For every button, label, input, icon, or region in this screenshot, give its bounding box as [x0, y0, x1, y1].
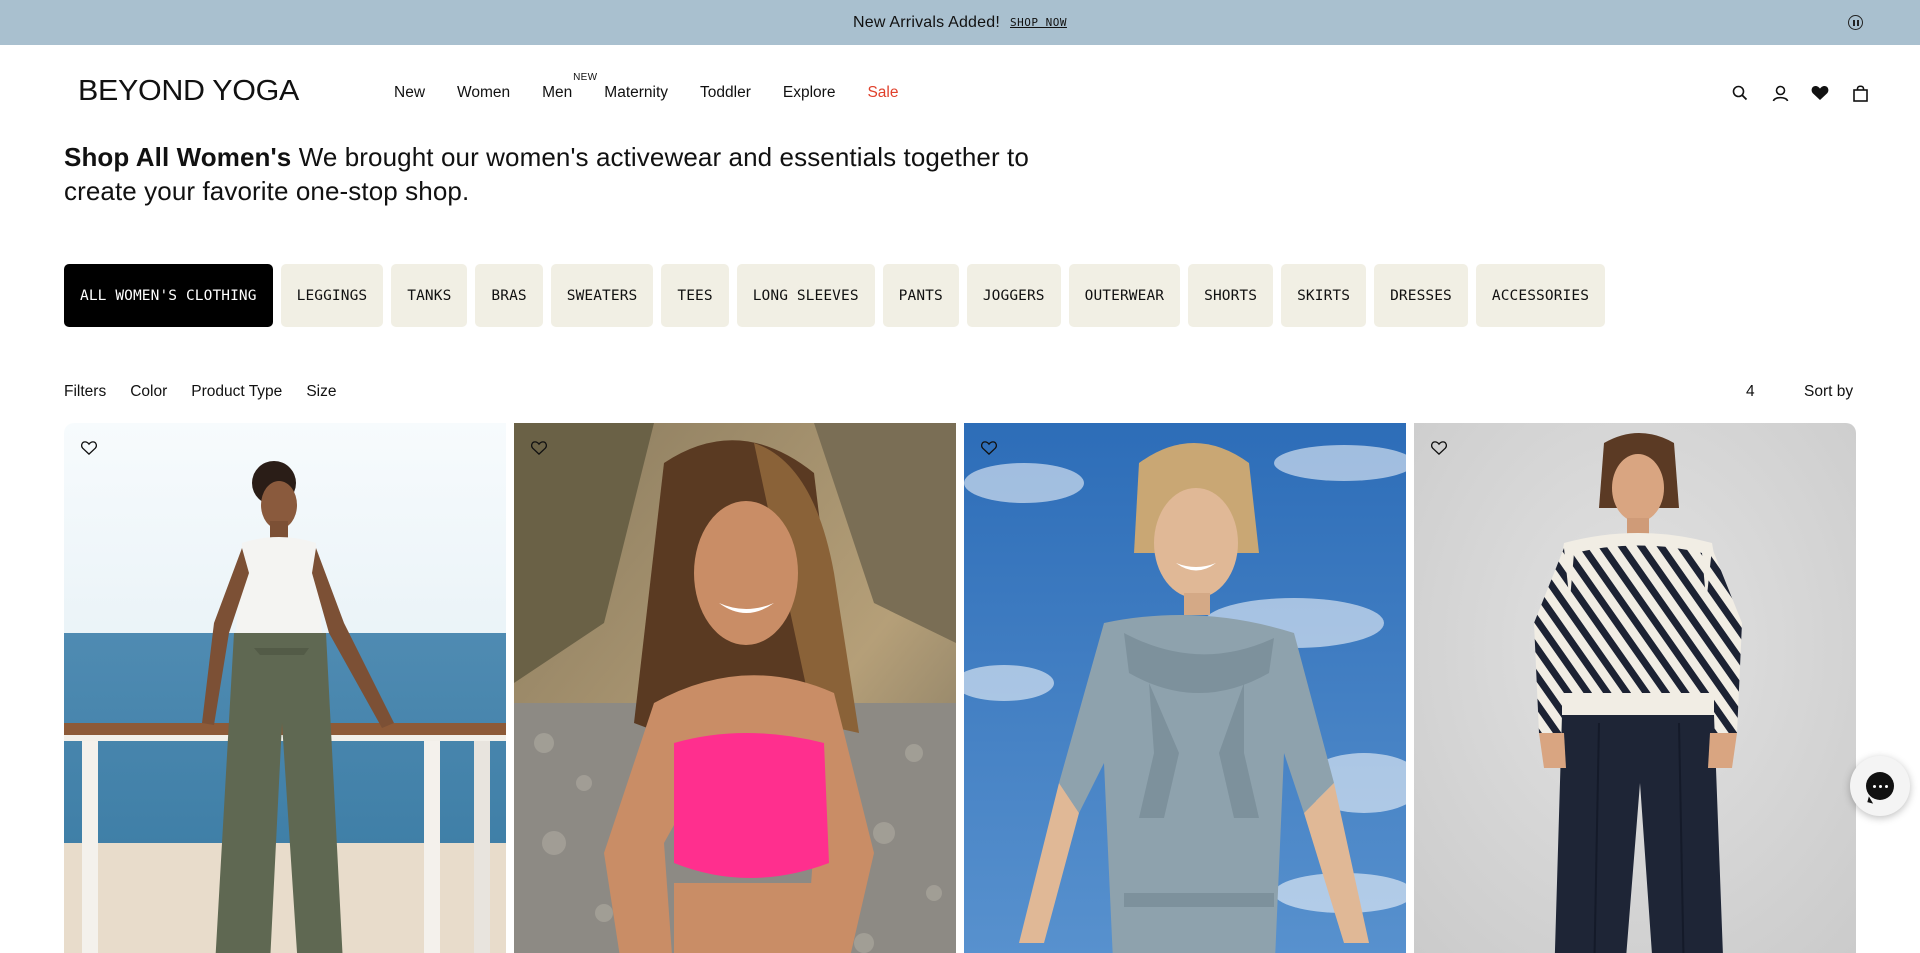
- chat-bubble-icon[interactable]: [1850, 756, 1910, 816]
- chip-dresses[interactable]: DRESSES: [1374, 264, 1468, 327]
- search-icon[interactable]: [1730, 83, 1750, 103]
- nav-label: Toddler: [700, 84, 751, 101]
- chip-tees[interactable]: TEES: [661, 264, 729, 327]
- new-badge: NEW: [573, 72, 598, 83]
- chip-leggings[interactable]: LEGGINGS: [280, 264, 384, 327]
- shop-now-link[interactable]: SHOP NOW: [1010, 16, 1067, 29]
- product-card[interactable]: [64, 423, 506, 953]
- wishlist-heart-icon[interactable]: [1810, 83, 1830, 103]
- chip-skirts[interactable]: SKIRTS: [1281, 264, 1367, 327]
- chip-accessories[interactable]: ACCESSORIES: [1475, 264, 1606, 327]
- nav-label: Maternity: [604, 84, 669, 101]
- nav-item-explore[interactable]: Explore: [783, 84, 836, 102]
- category-chips: ALL WOMEN'S CLOTHING LEGGINGS TANKS BRAS…: [64, 264, 1606, 327]
- heart-outline-icon[interactable]: [979, 438, 999, 458]
- heart-outline-icon[interactable]: [1429, 438, 1449, 458]
- header-icons: [1730, 83, 1870, 103]
- nav-item-men[interactable]: Men NEW: [542, 72, 597, 102]
- main-nav: New Women Men NEW Maternity Toddler Explo…: [394, 72, 930, 102]
- heart-outline-icon[interactable]: [79, 438, 99, 458]
- filter-bar: Filters Color Product Type Size: [64, 383, 336, 401]
- account-icon[interactable]: [1770, 83, 1790, 103]
- nav-label: Sale: [867, 84, 899, 101]
- chip-tanks[interactable]: TANKS: [391, 264, 468, 327]
- filters-button[interactable]: Filters: [64, 383, 106, 401]
- product-image: [964, 423, 1406, 953]
- grid-columns-toggle[interactable]: 4: [1746, 383, 1755, 401]
- product-image: [514, 423, 956, 953]
- heart-outline-icon[interactable]: [529, 438, 549, 458]
- page-intro: Shop All Women's We brought our women's …: [64, 140, 1084, 208]
- sort-by-dropdown[interactable]: Sort by: [1804, 383, 1853, 401]
- nav-item-toddler[interactable]: Toddler: [700, 84, 751, 102]
- nav-label: Men: [542, 84, 573, 101]
- nav-label: Women: [457, 84, 511, 101]
- nav-item-women[interactable]: Women: [457, 84, 510, 102]
- chip-all-womens-clothing[interactable]: ALL WOMEN'S CLOTHING: [64, 264, 273, 327]
- product-image: [1414, 423, 1856, 953]
- color-filter[interactable]: Color: [130, 383, 167, 401]
- chip-outerwear[interactable]: OUTERWEAR: [1068, 264, 1181, 327]
- chip-bras[interactable]: BRAS: [475, 264, 543, 327]
- product-image: [64, 423, 506, 953]
- shopping-bag-icon[interactable]: [1850, 83, 1870, 103]
- pause-circle-icon[interactable]: [1848, 15, 1863, 30]
- nav-item-sale[interactable]: Sale: [867, 84, 898, 102]
- announcement-message: New Arrivals Added!: [853, 13, 1000, 31]
- product-card[interactable]: [514, 423, 956, 953]
- chip-long-sleeves[interactable]: LONG SLEEVES: [736, 264, 875, 327]
- nav-label: New: [394, 84, 426, 101]
- page-title: Shop All Women's: [64, 142, 292, 172]
- announcement-bar: New Arrivals Added! SHOP NOW: [0, 0, 1920, 45]
- chip-shorts[interactable]: SHORTS: [1188, 264, 1274, 327]
- nav-item-new[interactable]: New: [394, 84, 425, 102]
- chip-sweaters[interactable]: SWEATERS: [550, 264, 654, 327]
- size-filter[interactable]: Size: [306, 383, 336, 401]
- chip-joggers[interactable]: JOGGERS: [966, 264, 1061, 327]
- site-header: BEYOND YOGA New Women Men NEW Maternity T…: [0, 45, 1920, 140]
- product-type-filter[interactable]: Product Type: [191, 383, 282, 401]
- chip-pants[interactable]: PANTS: [882, 264, 959, 327]
- chat-bubble-glyph: [1866, 772, 1894, 800]
- nav-item-maternity[interactable]: Maternity: [604, 84, 668, 102]
- logo[interactable]: BEYOND YOGA: [78, 75, 299, 108]
- product-card[interactable]: [964, 423, 1406, 953]
- nav-label: Explore: [782, 84, 836, 101]
- product-card[interactable]: [1414, 423, 1856, 953]
